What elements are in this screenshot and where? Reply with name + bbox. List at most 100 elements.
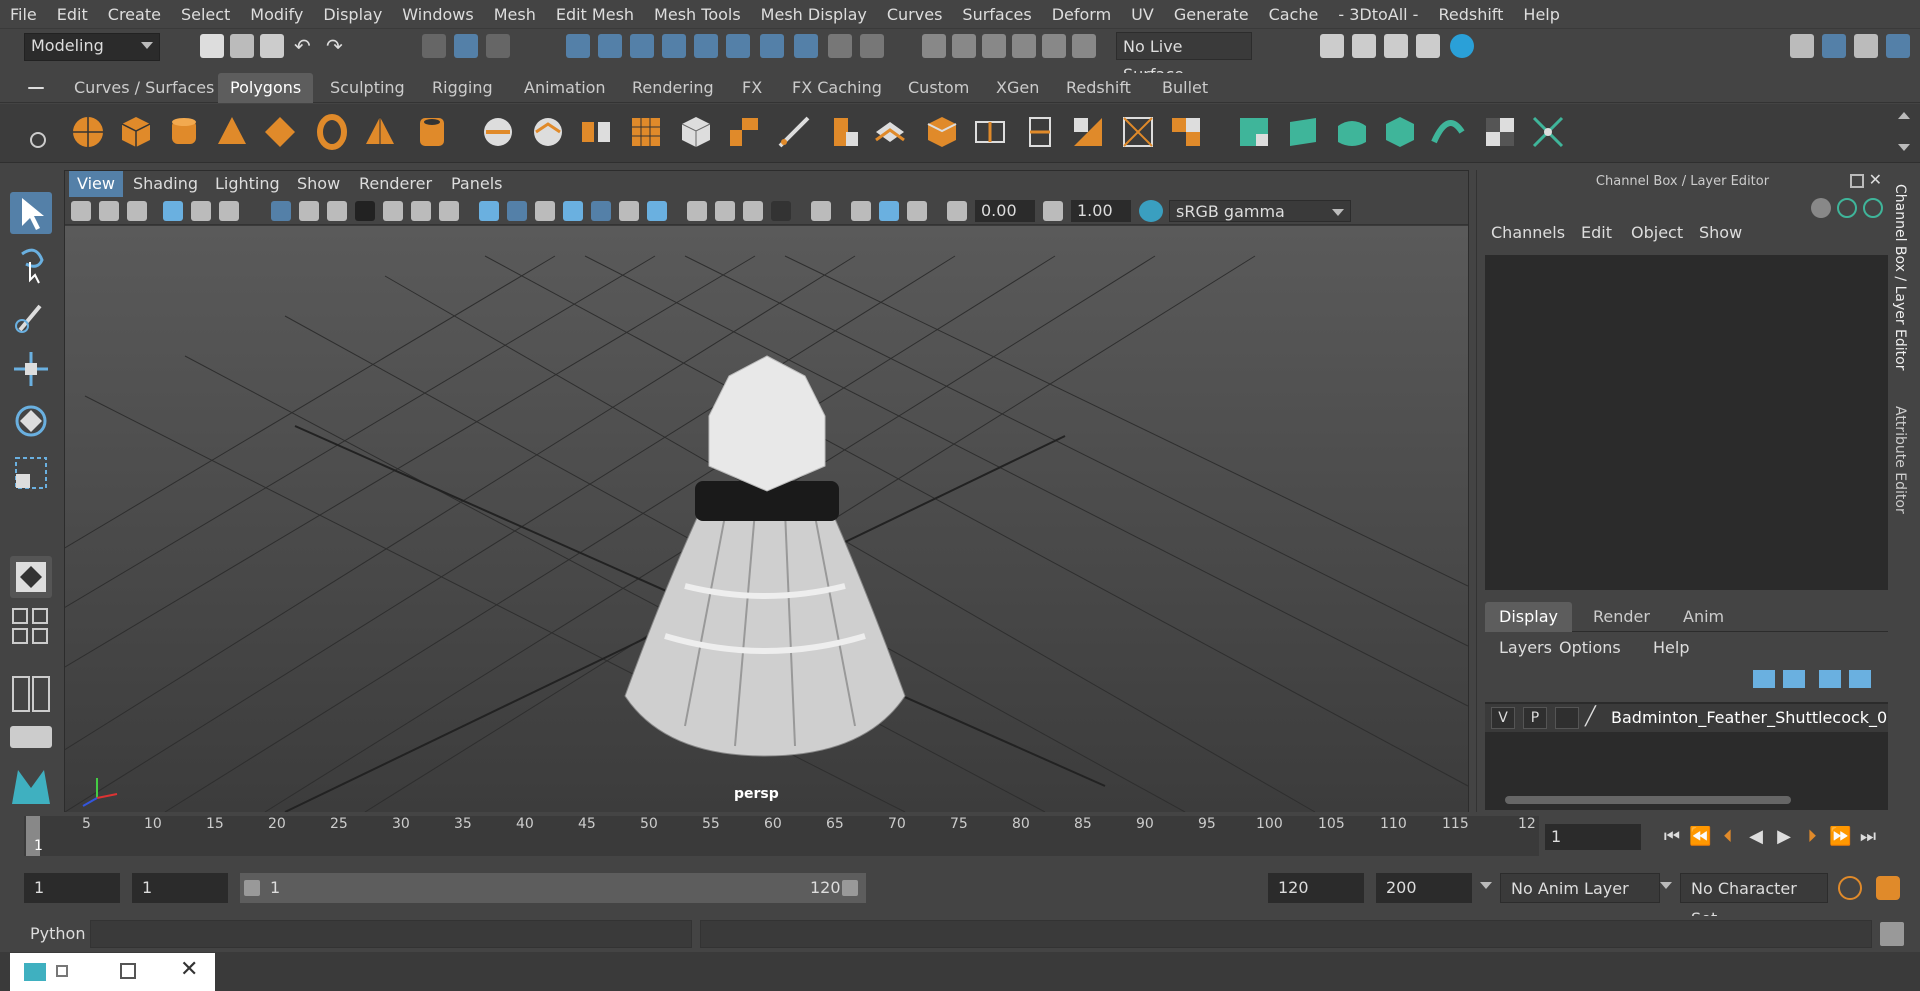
anim-layer-dropdown[interactable]: No Anim Layer (1500, 873, 1660, 903)
snap-point-icon[interactable] (630, 34, 654, 58)
merge-icon[interactable] (1120, 114, 1156, 150)
unfold-icon[interactable] (1430, 114, 1466, 150)
shelf-settings-icon[interactable] (30, 132, 46, 148)
soft-select-icon[interactable] (1012, 34, 1036, 58)
grid-toggle-icon[interactable] (271, 201, 291, 221)
tab-sculpting[interactable]: Sculpting (318, 73, 417, 103)
tab-rendering[interactable]: Rendering (620, 73, 726, 103)
menu-cache[interactable]: Cache (1259, 0, 1329, 29)
lasso-icon[interactable] (952, 34, 976, 58)
layer-name[interactable]: Badminton_Feather_Shuttlecock_001 (1611, 708, 1908, 727)
menu-file[interactable]: File (0, 0, 47, 29)
wireframe-on-shaded-icon[interactable] (535, 201, 555, 221)
shelf-scroll-down-icon[interactable] (1898, 144, 1910, 151)
field-chart-icon[interactable] (383, 201, 403, 221)
tab-display[interactable]: Display (1485, 602, 1572, 632)
playback-end-field[interactable]: 120 (1268, 873, 1364, 903)
menu-edit-mesh[interactable]: Edit Mesh (546, 0, 644, 29)
tab-fx-caching[interactable]: FX Caching (780, 73, 894, 103)
playback-start-field[interactable]: 1 (132, 873, 228, 903)
film-gate-icon[interactable] (299, 201, 319, 221)
poly-cylinder-icon[interactable] (166, 114, 202, 150)
gate-mask-icon[interactable] (355, 201, 375, 221)
speed-icon[interactable] (1837, 198, 1857, 218)
attribute-editor-icon[interactable] (1854, 34, 1878, 58)
move-layer-up-icon[interactable] (1753, 670, 1775, 688)
color-management-toggle-icon[interactable] (1139, 200, 1163, 222)
new-layer-icon[interactable] (1819, 670, 1841, 688)
menu-uv[interactable]: UV (1121, 0, 1164, 29)
sew-uv-icon[interactable] (1530, 114, 1566, 150)
viewport-menu-panels[interactable]: Panels (443, 171, 511, 197)
xray-icon[interactable] (811, 201, 831, 221)
chevron-down-icon[interactable] (1480, 882, 1492, 889)
gamma-field[interactable]: 1.00 (1071, 200, 1131, 222)
undo-icon[interactable]: ↶ (294, 34, 318, 58)
time-slider[interactable]: 1 5 10 15 20 25 30 35 40 45 50 55 60 65 … (24, 816, 1539, 856)
menu-display[interactable]: Display (313, 0, 392, 29)
insert-edge-loop-icon[interactable] (972, 114, 1008, 150)
channel-list[interactable] (1485, 255, 1889, 590)
range-end-handle[interactable] (842, 880, 858, 896)
tab-custom[interactable]: Custom (896, 73, 981, 103)
menu-mesh-tools[interactable]: Mesh Tools (644, 0, 751, 29)
channel-box-icon[interactable] (1886, 34, 1910, 58)
step-forward-frame-icon[interactable]: ⏵ (1801, 826, 1823, 848)
menu-cb-edit[interactable]: Edit (1581, 223, 1612, 242)
symmetry-icon[interactable] (922, 34, 946, 58)
menu-options[interactable]: Options (1559, 638, 1621, 657)
poly-cone-icon[interactable] (214, 114, 250, 150)
snap-view-plane-icon[interactable] (662, 34, 686, 58)
scene-end-field[interactable]: 200 (1376, 873, 1472, 903)
resolution-gate-icon[interactable] (327, 201, 347, 221)
textured-icon[interactable] (563, 201, 583, 221)
minimized-window[interactable]: ✕ (10, 953, 215, 991)
chevron-down-icon[interactable] (1660, 882, 1672, 889)
menu-channels[interactable]: Channels (1491, 223, 1565, 242)
viewport-menu-renderer[interactable]: Renderer (351, 171, 440, 197)
layer-display-type-toggle[interactable] (1555, 707, 1579, 729)
menu-create[interactable]: Create (98, 0, 171, 29)
xray-components-icon[interactable] (879, 201, 899, 221)
viewport-menu-shading[interactable]: Shading (125, 171, 206, 197)
tab-anim[interactable]: Anim (1669, 602, 1738, 632)
lasso-tool-icon[interactable] (10, 244, 52, 286)
xray-joints-icon[interactable] (851, 201, 871, 221)
side-tab-attribute-editor[interactable]: Attribute Editor (1892, 406, 1908, 514)
layer-row[interactable]: V P ╱ Badminton_Feather_Shuttlecock_001 (1485, 704, 1908, 732)
poly-plane-icon[interactable] (262, 114, 298, 150)
tab-bullet[interactable]: Bullet (1150, 73, 1220, 103)
poly-sphere-icon[interactable] (70, 114, 106, 150)
image-plane-icon[interactable] (163, 201, 183, 221)
go-to-end-icon[interactable]: ⏭ (1857, 826, 1879, 848)
menu-redshift[interactable]: Redshift (1428, 0, 1513, 29)
scene-start-field[interactable]: 1 (24, 873, 120, 903)
combine-icon[interactable] (480, 114, 516, 150)
menu-edit[interactable]: Edit (47, 0, 98, 29)
open-scene-icon[interactable] (230, 34, 254, 58)
hyper-icon[interactable] (1863, 198, 1883, 218)
render-frame-icon[interactable] (1352, 34, 1376, 58)
script-editor-icon[interactable] (1880, 922, 1904, 946)
smooth-shade-icon[interactable] (507, 201, 527, 221)
manipulator-icon[interactable] (1811, 198, 1831, 218)
mirror-icon[interactable] (726, 114, 762, 150)
exposure-field[interactable]: 0.00 (975, 200, 1035, 222)
menu-layers[interactable]: Layers (1499, 638, 1552, 657)
layer-playback-toggle[interactable]: P (1523, 707, 1547, 729)
select-component-icon[interactable] (486, 34, 510, 58)
menu-select[interactable]: Select (171, 0, 240, 29)
motion-blur-icon[interactable] (687, 201, 707, 221)
move-tool-icon[interactable] (10, 348, 52, 390)
poly-pipe-icon[interactable] (414, 114, 450, 150)
help-icon[interactable] (794, 34, 818, 58)
four-view-layout-icon[interactable] (10, 608, 52, 648)
rotate-tool-icon[interactable] (10, 400, 52, 442)
tab-xgen[interactable]: XGen (984, 73, 1051, 103)
move-layer-down-icon[interactable] (1783, 670, 1805, 688)
restore-icon[interactable] (56, 965, 68, 977)
smooth-icon[interactable] (628, 114, 664, 150)
wireframe-icon[interactable] (479, 201, 499, 221)
animation-preferences-icon[interactable] (1876, 876, 1900, 900)
extrude-icon[interactable] (826, 114, 862, 150)
